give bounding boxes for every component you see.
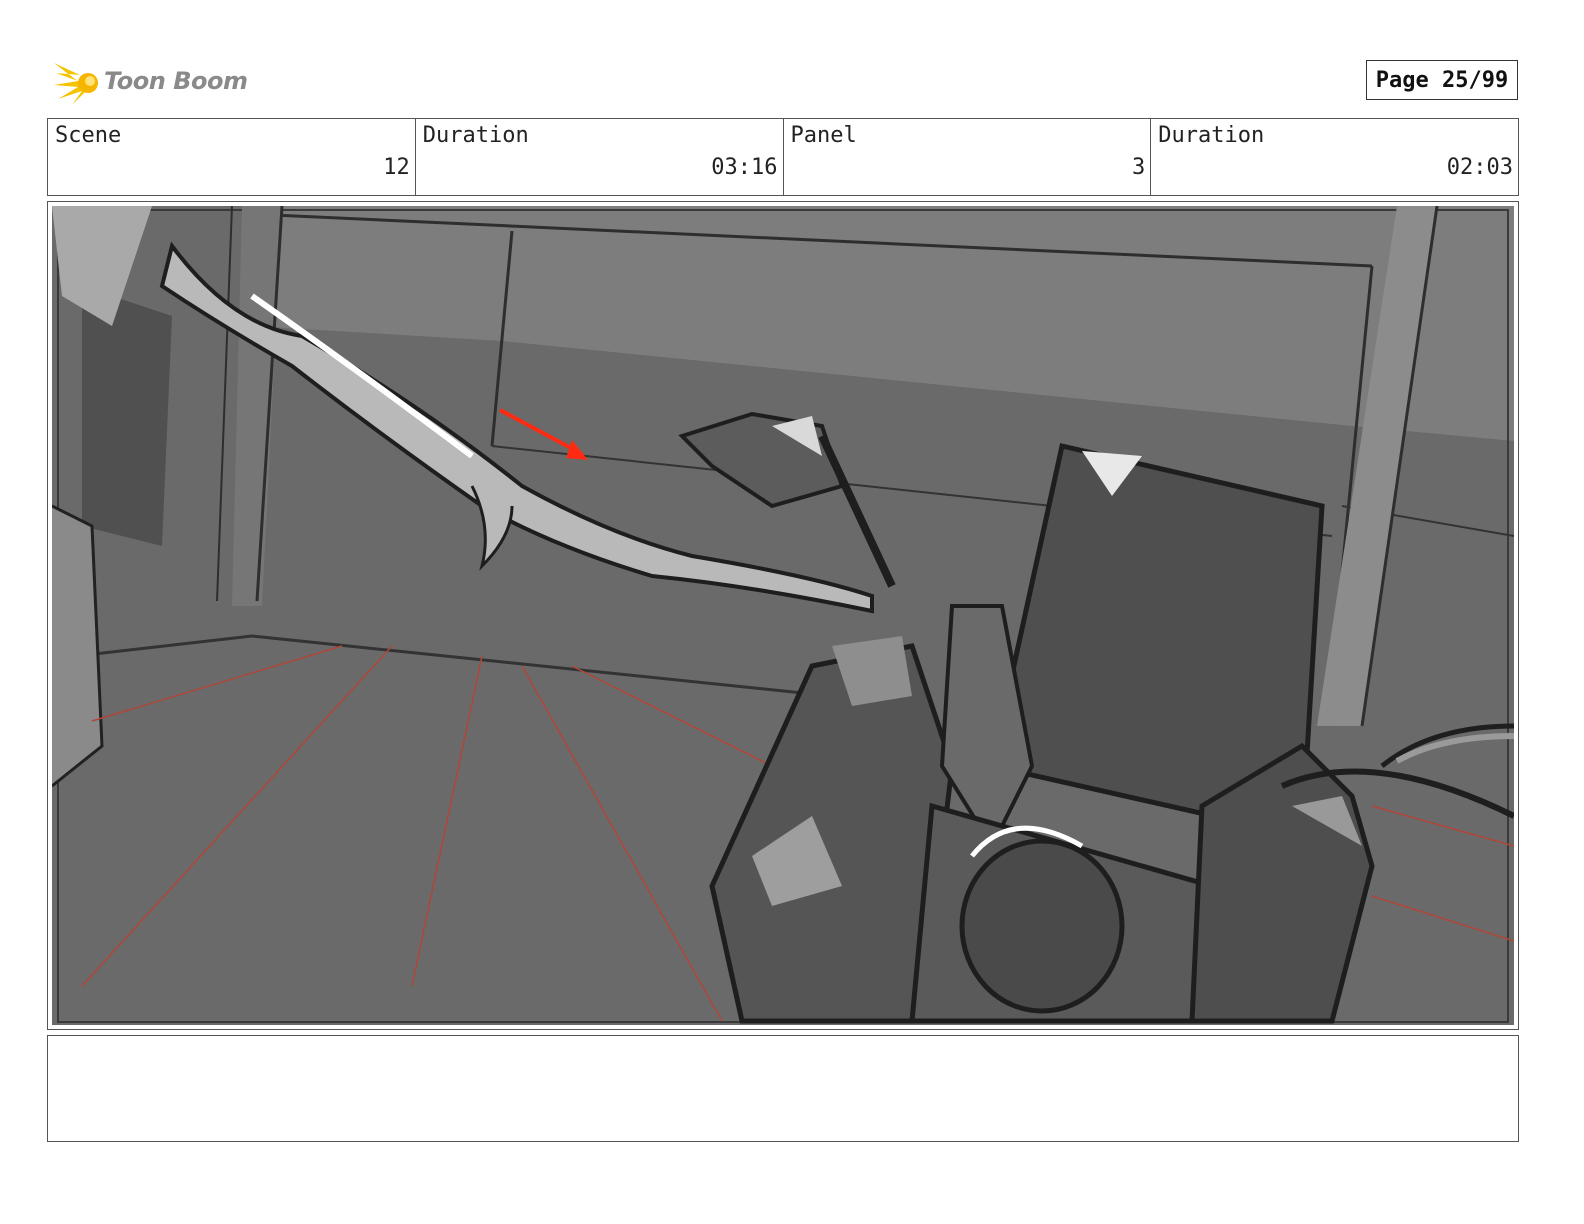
panel-notes-box — [47, 1035, 1519, 1142]
panel-cell: Panel 3 — [784, 119, 1152, 195]
panel-duration-value: 02:03 — [1446, 155, 1513, 180]
brand-name: Toon Boom — [104, 67, 248, 95]
scene-cell: Scene 12 — [48, 119, 416, 195]
toon-boom-logo: Toon Boom — [50, 54, 250, 108]
panel-value: 3 — [1132, 155, 1146, 180]
panel-label: Panel — [790, 123, 857, 148]
panel-duration-label: Duration — [1158, 123, 1265, 148]
starburst-logo-icon — [54, 63, 98, 105]
storyboard-sketch-image — [52, 206, 1514, 1025]
scene-duration-value: 03:16 — [711, 155, 778, 180]
scene-duration-cell: Duration 03:16 — [416, 119, 784, 195]
page-indicator: Page 25/99 — [1366, 60, 1518, 100]
scene-info-bar: Scene 12 Duration 03:16 Panel 3 Duration… — [47, 118, 1519, 196]
scene-value: 12 — [383, 155, 410, 180]
scene-label: Scene — [55, 123, 122, 148]
storyboard-panel-image — [52, 206, 1514, 1025]
panel-duration-cell: Duration 02:03 — [1151, 119, 1518, 195]
scene-duration-label: Duration — [422, 123, 529, 148]
